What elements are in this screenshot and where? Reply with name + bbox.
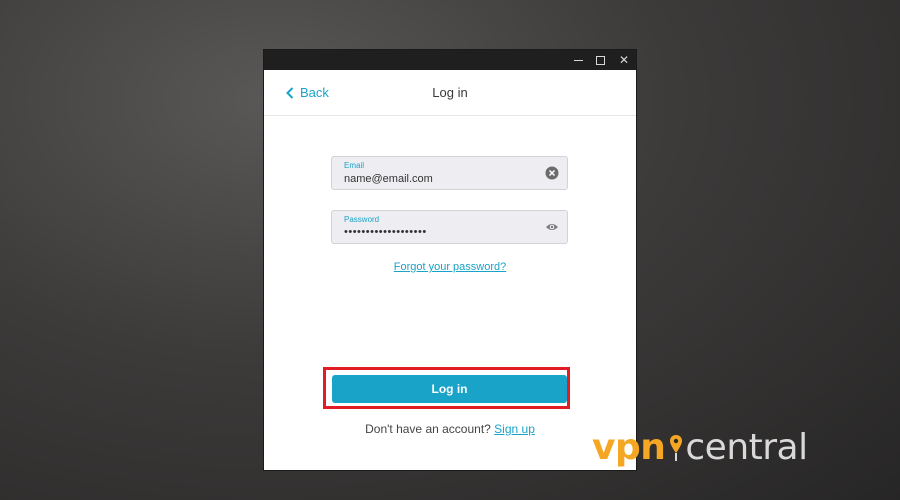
minimize-icon[interactable] — [566, 50, 590, 70]
header: Back Log in — [264, 70, 636, 116]
signup-row: Don't have an account? Sign up — [264, 422, 636, 436]
watermark-central: central — [685, 427, 808, 468]
login-button[interactable]: Log in — [332, 375, 567, 403]
email-value: name@email.com — [344, 173, 433, 185]
close-icon[interactable]: ✕ — [612, 50, 636, 70]
email-label: Email — [344, 161, 365, 170]
password-value: ••••••••••••••••••• — [344, 226, 427, 238]
location-pin-icon — [670, 435, 683, 461]
eye-icon[interactable] — [545, 220, 559, 234]
clear-icon[interactable] — [545, 166, 559, 180]
password-label: Password — [344, 215, 380, 224]
signup-link[interactable]: Sign up — [494, 422, 535, 436]
watermark-vpn: vpn — [592, 427, 666, 468]
forgot-password-link[interactable]: Forgot your password? — [264, 261, 636, 273]
app-window: ✕ Back Log in Email name@email.com Passw… — [264, 50, 636, 470]
email-field[interactable]: Email name@email.com — [331, 156, 568, 190]
maximize-icon[interactable] — [588, 50, 612, 70]
page-title: Log in — [432, 85, 468, 100]
password-field[interactable]: Password ••••••••••••••••••• — [331, 210, 568, 244]
vpncentral-watermark: vpn central — [592, 428, 808, 468]
signup-prompt: Don't have an account? — [365, 422, 491, 436]
title-bar: ✕ — [264, 50, 636, 70]
